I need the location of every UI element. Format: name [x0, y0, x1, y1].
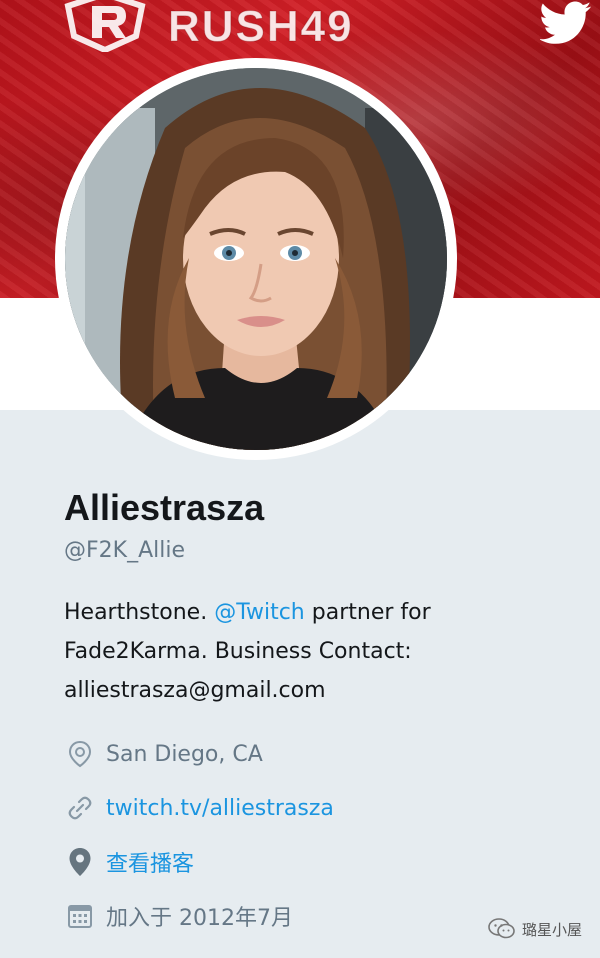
bio-text-start: Hearthstone.: [64, 600, 215, 625]
live-broadcast-link[interactable]: 查看播客: [106, 846, 194, 878]
wechat-icon: [488, 918, 515, 939]
watermark: 璐星小屋: [488, 918, 582, 940]
map-pin-icon: [64, 846, 96, 878]
twitter-bird-icon: [540, 1, 592, 44]
joined-date: 加入于 2012年7月: [106, 906, 293, 931]
website-link[interactable]: twitch.tv/alliestrasza: [106, 796, 334, 821]
location-row: San Diego, CA: [64, 736, 263, 772]
link-chain-icon: [64, 792, 96, 824]
rush-r-logo-icon: [64, 0, 146, 52]
location-pin-icon: [64, 738, 96, 770]
profile-bio: Hearthstone. @Twitch partner for Fade2Ka…: [64, 593, 564, 710]
location-text: San Diego, CA: [106, 741, 263, 767]
brand-name: RUSH49: [168, 2, 354, 52]
user-handle: @F2K_Allie: [64, 538, 185, 563]
bio-mention-link[interactable]: @Twitch: [214, 600, 305, 625]
watermark-text: 璐星小屋: [522, 920, 583, 939]
website-row: twitch.tv/alliestrasza: [64, 790, 334, 826]
profile-avatar[interactable]: [55, 58, 457, 460]
live-row: 查看播客: [64, 844, 194, 880]
calendar-icon: [64, 900, 96, 932]
joined-row: 加入于 2012年7月: [64, 898, 293, 934]
display-name[interactable]: Alliestrasza: [64, 487, 264, 529]
avatar-photo: [65, 68, 447, 450]
